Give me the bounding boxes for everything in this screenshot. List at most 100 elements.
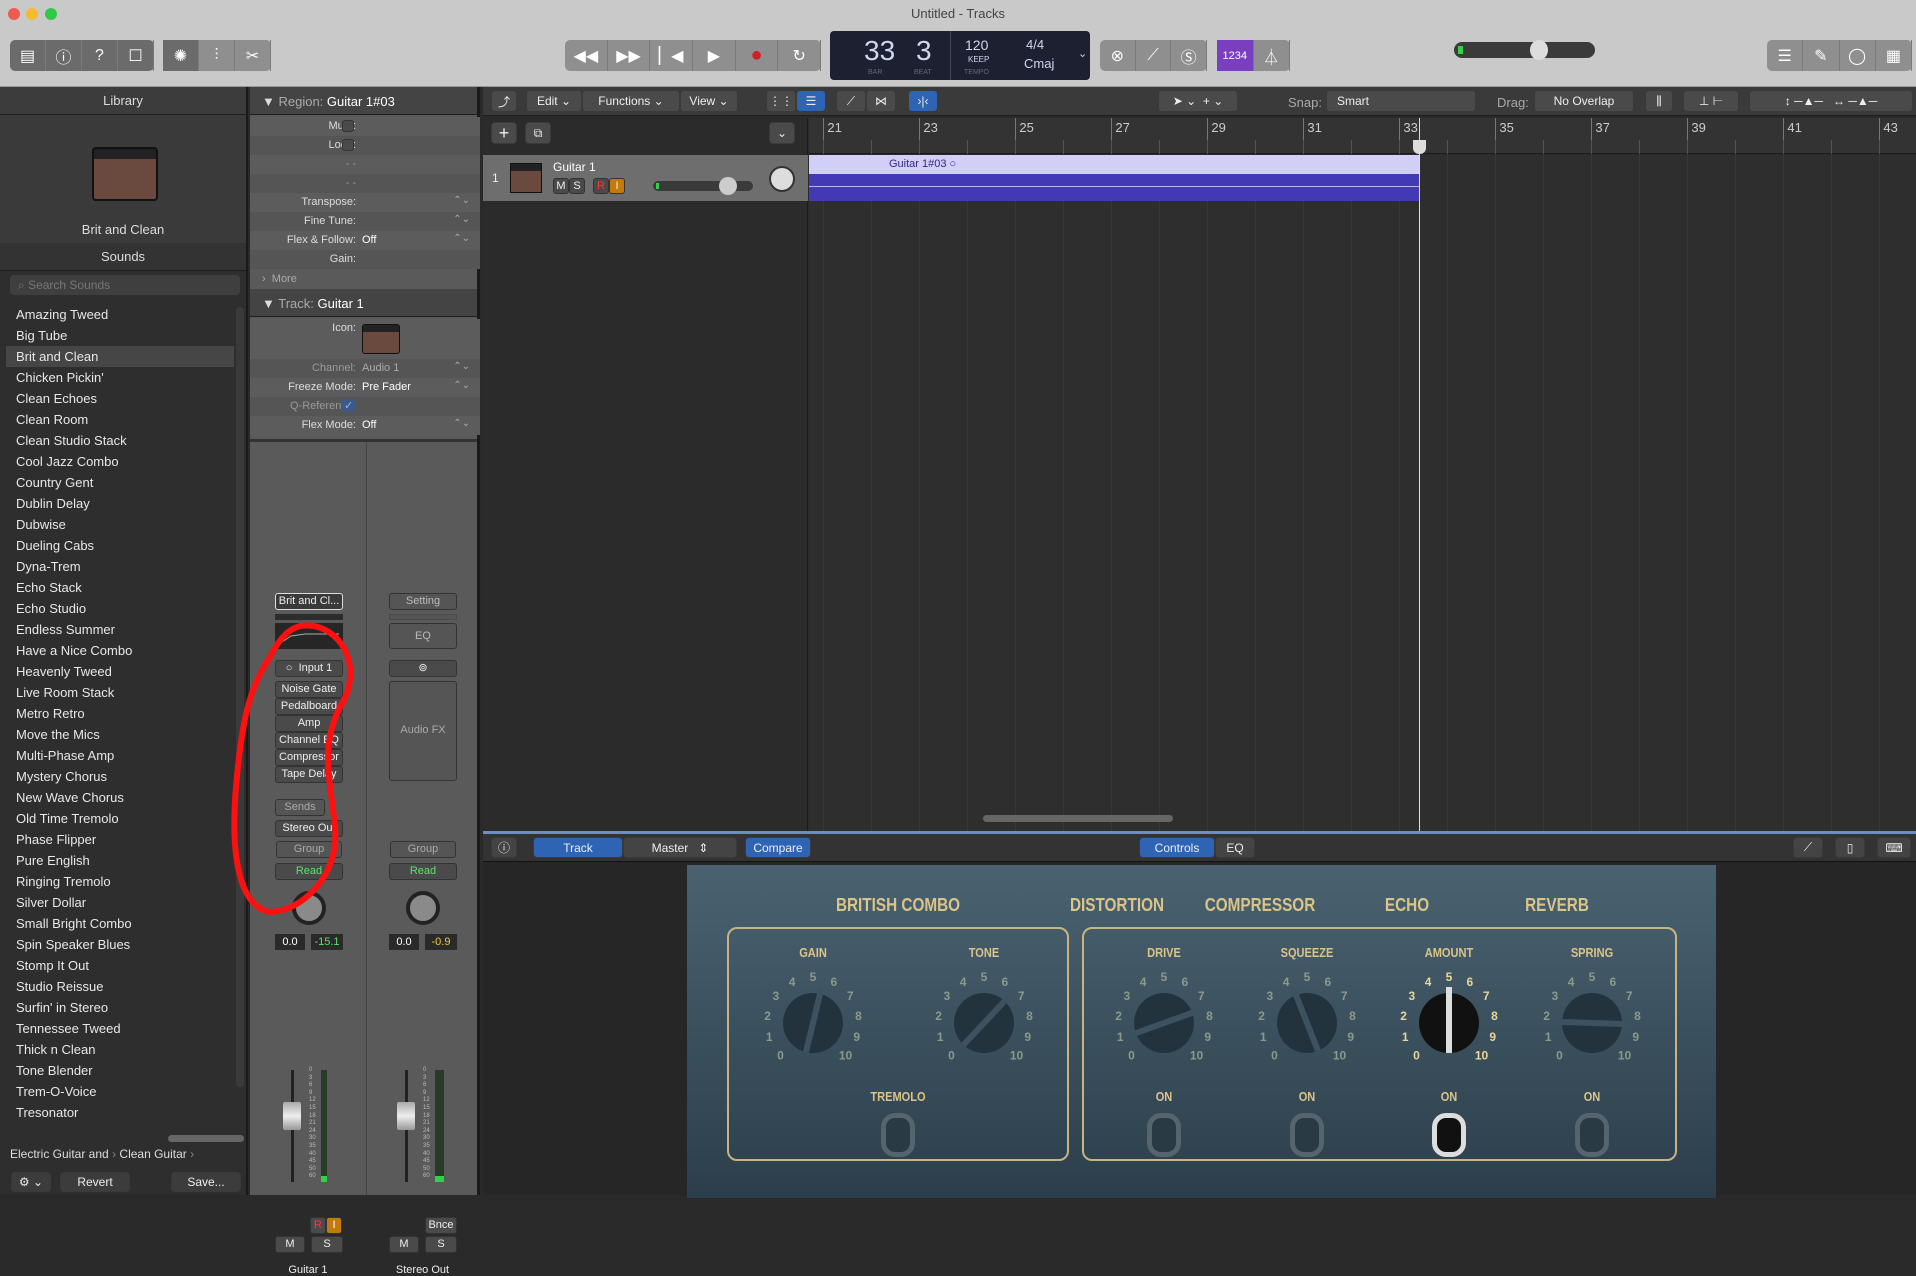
sound-list-item[interactable]: Cool Jazz Combo xyxy=(16,451,236,472)
functions-menu[interactable]: Functions ⌄ xyxy=(582,90,680,112)
tab-master[interactable]: Master ⇕ xyxy=(623,837,737,858)
knob-amount[interactable]: 01 234 5 678 910 xyxy=(1389,965,1509,1075)
sound-list-item[interactable]: Dueling Cabs xyxy=(16,535,236,556)
output-slot[interactable]: Stereo Out xyxy=(275,820,343,837)
track-pan-knob[interactable] xyxy=(769,166,795,192)
automation-mode[interactable]: Read xyxy=(275,863,343,880)
count-in-button[interactable]: 1234 xyxy=(1217,40,1254,71)
sends-slot[interactable]: Sends xyxy=(275,799,325,816)
toggle-switch[interactable] xyxy=(1575,1113,1609,1157)
knob-squeeze[interactable]: 01 234 5 678 910 xyxy=(1247,965,1367,1075)
automation-icon[interactable]: ⟋ xyxy=(836,90,866,112)
notepad-icon[interactable]: ✎ xyxy=(1803,40,1840,71)
inspector-row[interactable]: - - xyxy=(250,155,480,174)
inspector-row[interactable]: Gain: xyxy=(250,250,480,269)
tab-track[interactable]: Track xyxy=(533,837,623,858)
mixer-icon[interactable]: ⫶ xyxy=(199,40,235,71)
sound-list-item[interactable]: Live Room Stack xyxy=(16,682,236,703)
inspector-row-value[interactable]: Off xyxy=(362,234,376,246)
group-slot[interactable]: Group xyxy=(276,841,342,858)
sound-list-item[interactable]: Echo Studio xyxy=(16,598,236,619)
toggle-switch[interactable] xyxy=(881,1113,915,1157)
track-record-button[interactable]: R xyxy=(593,178,609,194)
inspector-row[interactable]: Loop: xyxy=(250,136,480,155)
vertical-horizontal-fit-icon[interactable]: ⊥ ⊢ xyxy=(1683,90,1739,112)
solo-icon[interactable]: Ⓢ xyxy=(1171,40,1208,71)
sound-list-item[interactable]: Clean Room xyxy=(16,409,236,430)
group-slot[interactable]: Group xyxy=(390,841,456,858)
knob-spring[interactable]: 01 234 5 678 910 xyxy=(1532,965,1652,1075)
knob-tone[interactable]: 01 234 5 678 910 xyxy=(924,965,1044,1075)
setting-button[interactable]: Setting xyxy=(389,593,457,610)
snap-dropdown[interactable]: Smart xyxy=(1326,90,1476,112)
solo-button[interactable]: S xyxy=(311,1236,343,1253)
search-sounds-input[interactable]: ⌕ Search Sounds xyxy=(10,275,240,295)
stepper-icon[interactable]: ⌃⌄ xyxy=(453,380,470,391)
revert-button[interactable]: Revert xyxy=(60,1172,130,1192)
input-monitor-button[interactable]: I xyxy=(326,1217,342,1234)
sound-list-item[interactable]: Big Tube xyxy=(16,325,236,346)
master-volume-knob[interactable] xyxy=(1529,40,1548,60)
inspector-row[interactable]: Flex & Follow: Off ⌃⌄ xyxy=(250,231,480,250)
tuner-icon[interactable]: ⟋ xyxy=(1136,40,1172,71)
info-icon[interactable]: ⓘ xyxy=(491,837,517,858)
bounce-button[interactable]: Bnce xyxy=(425,1217,457,1234)
sound-list-item[interactable]: Clean Studio Stack xyxy=(16,430,236,451)
remote-icon[interactable]: ▯ xyxy=(1835,837,1865,858)
pan-knob[interactable] xyxy=(292,891,326,925)
play-icon[interactable]: ▶ xyxy=(693,40,736,71)
toggle-switch[interactable] xyxy=(1432,1113,1466,1157)
inspector-row[interactable]: Flex Mode: Off ⌃⌄ xyxy=(250,416,480,435)
sound-list-item[interactable]: Brit and Clean xyxy=(6,346,234,367)
sound-list-item[interactable]: Small Bright Combo xyxy=(16,913,236,934)
list-editors-icon[interactable]: ☰ xyxy=(1767,40,1804,71)
sound-list-item[interactable]: Clean Echoes xyxy=(16,388,236,409)
tab-controls[interactable]: Controls xyxy=(1139,837,1215,858)
sound-list-item[interactable]: Chicken Pickin' xyxy=(16,367,236,388)
sound-list-item[interactable]: Ringing Tremolo xyxy=(16,871,236,892)
audio-fx-slot[interactable]: Noise Gate xyxy=(275,681,343,698)
track-inspector-header[interactable]: ▼ Track: Guitar 1 xyxy=(250,289,477,317)
sound-list-item[interactable]: Tennessee Tweed xyxy=(16,1018,236,1039)
sound-list-item[interactable]: Move the Mics xyxy=(16,724,236,745)
pan-knob[interactable] xyxy=(406,891,440,925)
track-mute-button[interactable]: M xyxy=(553,178,569,194)
track-name[interactable]: Guitar 1 xyxy=(553,160,596,174)
list-view-icon[interactable]: ☰ xyxy=(796,90,826,112)
stepper-icon[interactable]: ⌃⌄ xyxy=(453,233,470,244)
mute-button[interactable]: M xyxy=(389,1236,419,1253)
fast-forward-icon[interactable]: ▶▶ xyxy=(608,40,651,71)
edit-menu[interactable]: Edit ⌄ xyxy=(526,90,582,112)
add-track-button[interactable]: + xyxy=(491,122,517,144)
more-disclosure[interactable]: › More xyxy=(262,273,297,285)
track-header-guitar-1[interactable]: 1 Guitar 1 M S R I xyxy=(483,155,808,201)
replace-icon[interactable]: ⊗ xyxy=(1100,40,1136,71)
audio-fx-slot[interactable]: Tape Delay xyxy=(275,766,343,783)
master-volume-slider[interactable] xyxy=(1454,40,1595,60)
sound-list-item[interactable]: Old Time Tremolo xyxy=(16,808,236,829)
peak-readout[interactable]: -15.1 xyxy=(311,934,343,950)
zoom-sliders[interactable]: ↕ ─▲─ ↔ ─▲─ xyxy=(1749,90,1913,112)
checkbox[interactable] xyxy=(342,139,354,151)
audio-fx-slot[interactable]: Audio FX xyxy=(389,681,457,781)
stepper-icon[interactable]: ⌃⌄ xyxy=(453,214,470,225)
inspector-row[interactable]: Freeze Mode: Pre Fader ⌃⌄ xyxy=(250,378,480,397)
quick-help-icon[interactable]: ? xyxy=(82,40,118,71)
breadcrumb-item[interactable]: Clean Guitar xyxy=(119,1147,186,1161)
editors-scissors-icon[interactable]: ✂ xyxy=(235,40,271,71)
sound-list-item[interactable]: Amazing Tweed xyxy=(16,304,236,325)
sound-list-item[interactable]: Stomp It Out xyxy=(16,955,236,976)
inspector-icon[interactable]: ⓘ xyxy=(46,40,82,71)
audio-fx-slot[interactable]: Pedalboard xyxy=(275,698,343,715)
view-menu[interactable]: View ⌄ xyxy=(680,90,738,112)
region-inspector-header[interactable]: ▼ Region: Guitar 1#03 xyxy=(250,87,477,115)
knob-drive[interactable]: 01 234 5 678 910 xyxy=(1104,965,1224,1075)
stepper-icon[interactable]: ⌃⌄ xyxy=(453,195,470,206)
track-input-monitor-button[interactable]: I xyxy=(609,178,625,194)
toggle-switch[interactable] xyxy=(1290,1113,1324,1157)
sound-list-item[interactable]: New Wave Chorus xyxy=(16,787,236,808)
bar-ruler[interactable]: 21 23 25 27 29 31 33 35 37 39 41 43 xyxy=(809,118,1916,154)
library-action-menu[interactable]: ⚙ ⌄ xyxy=(11,1172,51,1192)
rewind-icon[interactable]: ◀◀ xyxy=(565,40,608,71)
sound-list-item[interactable]: Heavenly Tweed xyxy=(16,661,236,682)
